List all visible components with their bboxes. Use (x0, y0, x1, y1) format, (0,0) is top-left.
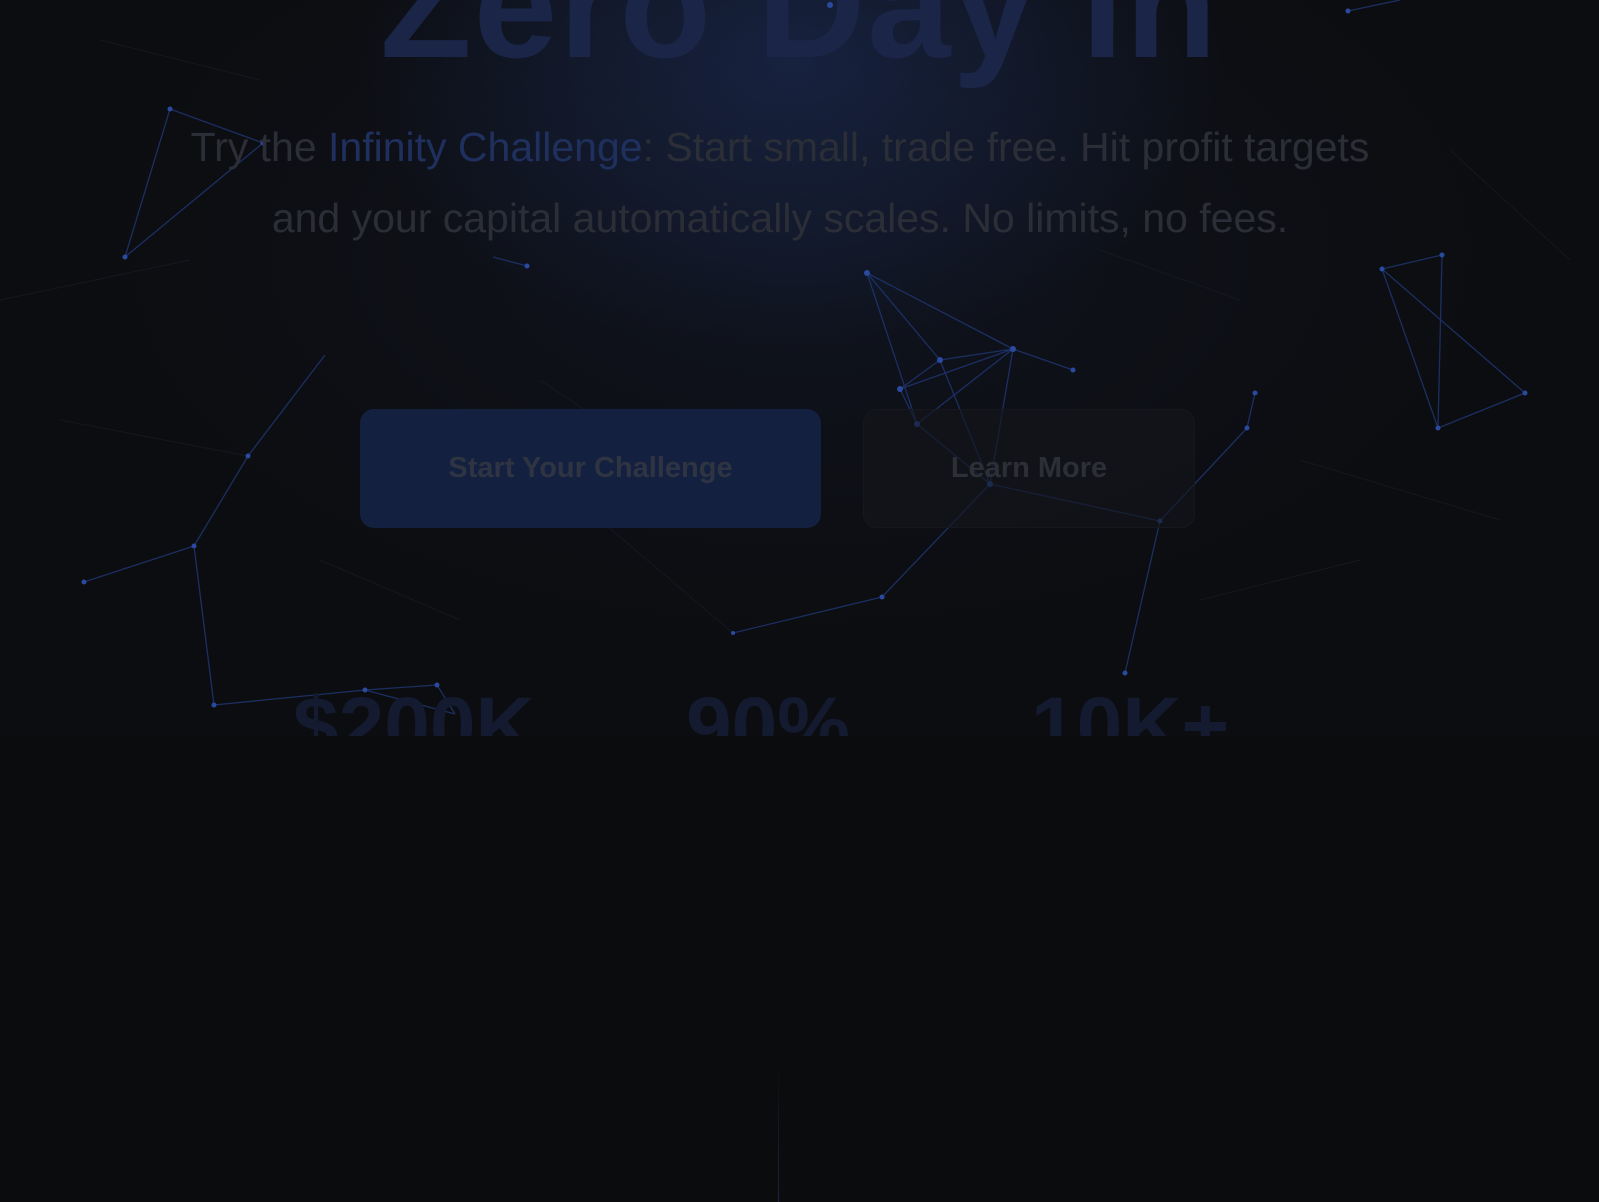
scroll-indicator-line (778, 1072, 779, 1202)
hero-subtitle: Try the Infinity Challenge: Start small,… (190, 112, 1370, 254)
stat-profit-split-value: 90% (686, 686, 851, 736)
learn-more-button[interactable]: Learn More (863, 409, 1195, 528)
stat-traders-value: 10K+ (1031, 686, 1230, 736)
page: Zero Day In Try the Infinity Challenge: … (0, 0, 1599, 1202)
hero-section: Zero Day In Try the Infinity Challenge: … (0, 0, 1599, 736)
subtitle-prefix: Try the (190, 124, 329, 170)
start-challenge-button[interactable]: Start Your Challenge (360, 409, 821, 528)
infinity-challenge-highlight: Infinity Challenge (328, 124, 643, 170)
stats-row: $200K 90% 10K+ (0, 686, 1599, 736)
stat-funding-value: $200K (293, 686, 535, 736)
hero-headline: Zero Day In (380, 0, 1219, 89)
network-background (0, 0, 1571, 715)
